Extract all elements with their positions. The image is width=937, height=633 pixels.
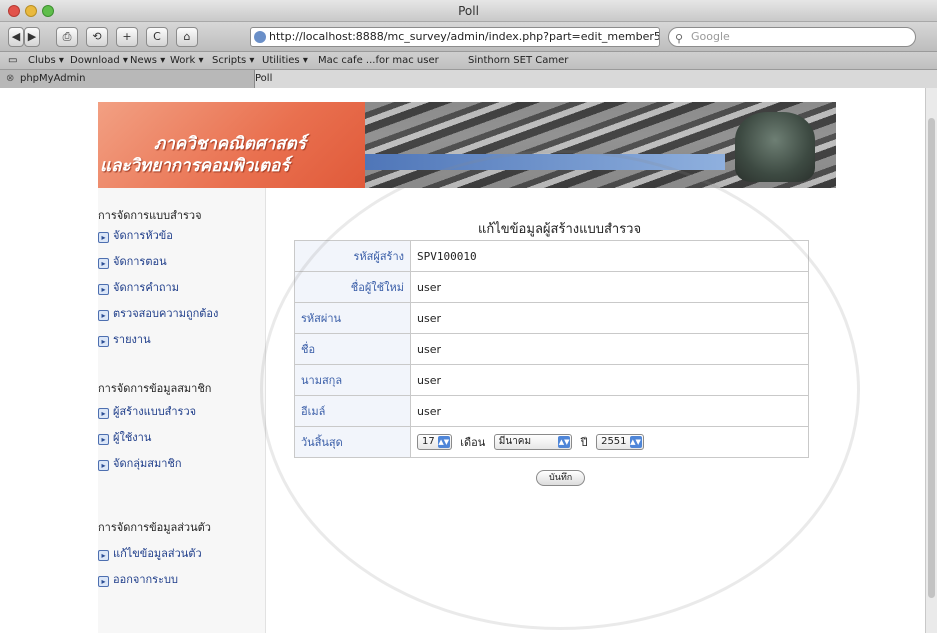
section-title-members: การจัดการข้อมูลสมาชิก [98, 382, 212, 395]
sidebar-item-topics[interactable]: ▸ จัดการหัวข้อ [98, 226, 173, 244]
form-row: อีเมล์ user [294, 395, 809, 427]
url-text: http://localhost:8888/mc_survey/admin/in… [269, 30, 660, 43]
tab-bar: ⊗ phpMyAdmin Poll [0, 70, 937, 88]
browser-window: Poll ◀ ▶ ⎙ ⟲ + C ⌂ http://localhost:8888… [0, 0, 937, 633]
arrow-box-icon: ▸ [98, 310, 109, 321]
web-page: ภาควิชาคณิตศาสตร์ และวิทยาการคอมพิวเตอร์… [0, 88, 925, 633]
home-button[interactable]: ⌂ [176, 27, 198, 47]
password-label: รหัสผ่าน [294, 302, 411, 334]
form-row: ชื่อผู้ใช้ใหม่ user [294, 271, 809, 303]
creator-id-label: รหัสผู้สร้าง [294, 240, 411, 272]
year-select[interactable]: 2551 ▲▼ [596, 434, 644, 450]
statue-image [735, 112, 815, 182]
print-button[interactable]: ⎙ [56, 27, 78, 47]
email-label: อีเมล์ [294, 395, 411, 427]
select-arrows-icon: ▲▼ [558, 436, 571, 448]
scrollbar-thumb[interactable] [928, 118, 935, 598]
arrow-box-icon: ▸ [98, 408, 109, 419]
browser-toolbar: ◀ ▶ ⎙ ⟲ + C ⌂ http://localhost:8888/mc_s… [0, 22, 937, 52]
sidebar-item-questions[interactable]: ▸ จัดการคำถาม [98, 278, 179, 296]
year-label: ปี [580, 436, 588, 449]
section-title-personal: การจัดการข้อมูลส่วนตัว [98, 521, 211, 534]
arrow-box-icon: ▸ [98, 258, 109, 269]
tab-label: phpMyAdmin [20, 73, 86, 84]
sidebar-item-users[interactable]: ▸ ผู้ใช้งาน [98, 428, 151, 446]
tab-label: Poll [255, 73, 273, 84]
expiry-controls: 17 ▲▼ เดือน มีนาคม ▲▼ ปี 2551 ▲▼ [410, 426, 809, 458]
header-banner: ภาควิชาคณิตศาสตร์ และวิทยาการคอมพิวเตอร์ [98, 102, 836, 188]
bookmark-sinthorn[interactable]: Sinthorn SET Camer [468, 55, 568, 66]
form-row: นามสกุล user [294, 364, 809, 396]
reload-button[interactable]: C [146, 27, 168, 47]
sidebar-item-groups[interactable]: ▸ จัดกลุ่มสมาชิก [98, 454, 182, 472]
globe-icon [254, 31, 266, 43]
arrow-box-icon: ▸ [98, 336, 109, 347]
sidebar-item-validate[interactable]: ▸ ตรวจสอบความถูกต้อง [98, 304, 218, 322]
section-title-survey: การจัดการแบบสำรวจ [98, 209, 202, 222]
creator-id-value: SPV100010 [410, 240, 809, 272]
arrow-box-icon: ▸ [98, 550, 109, 561]
arrow-box-icon: ▸ [98, 232, 109, 243]
close-tab-icon[interactable]: ⊗ [6, 70, 14, 88]
sidebar-item-survey-creators[interactable]: ▸ ผู้สร้างแบบสำรวจ [98, 402, 196, 420]
sidebar-item-edit-profile[interactable]: ▸ แก้ไขข้อมูลส่วนตัว [98, 544, 202, 562]
sidebar-item-report[interactable]: ▸ รายงาน [98, 330, 151, 348]
first-name-field[interactable]: user [410, 333, 809, 365]
arrow-box-icon: ▸ [98, 460, 109, 471]
main-content: แก้ไขข้อมูลผู้สร้างแบบสำรวจ รหัสผู้สร้าง… [266, 188, 836, 633]
save-button[interactable]: บันทึก [536, 470, 586, 486]
form-row: ชื่อ user [294, 333, 809, 365]
banner-image [365, 102, 836, 188]
form-row: รหัสผู้สร้าง SPV100010 [294, 240, 809, 272]
banner-title-area: ภาควิชาคณิตศาสตร์ และวิทยาการคอมพิวเตอร์ [98, 102, 365, 188]
form-title: แก้ไขข้อมูลผู้สร้างแบบสำรวจ [478, 222, 642, 237]
bookmark-download[interactable]: Download ▾ [70, 55, 128, 66]
arrow-box-icon: ▸ [98, 576, 109, 587]
email-field[interactable]: user [410, 395, 809, 427]
bookmark-news[interactable]: News ▾ [130, 55, 165, 66]
bookmark-scripts[interactable]: Scripts ▾ [212, 55, 254, 66]
arrow-box-icon: ▸ [98, 434, 109, 445]
window-title: Poll [458, 4, 479, 18]
search-icon: ⚲ [675, 32, 684, 45]
vertical-scrollbar[interactable] [925, 88, 937, 633]
bookmark-mac-cafe[interactable]: Mac cafe ...for mac user [318, 55, 439, 66]
bookmarks-book-icon[interactable]: ▭ [8, 55, 17, 66]
bookmarks-bar: ▭ Clubs ▾ Download ▾ News ▾ Work ▾ Scrip… [0, 52, 937, 70]
search-placeholder: Google [691, 30, 730, 43]
expiry-label: วันสิ้นสุด [294, 426, 411, 458]
select-arrows-icon: ▲▼ [437, 436, 450, 448]
bookmark-clubs[interactable]: Clubs ▾ [28, 55, 64, 66]
first-name-label: ชื่อ [294, 333, 411, 365]
sidebar-item-logout[interactable]: ▸ ออกจากระบบ [98, 570, 178, 588]
back-button[interactable]: ◀ [8, 27, 24, 47]
username-label: ชื่อผู้ใช้ใหม่ [294, 271, 411, 303]
month-label: เดือน [460, 436, 486, 449]
address-bar[interactable]: http://localhost:8888/mc_survey/admin/in… [250, 27, 660, 47]
select-arrows-icon: ▲▼ [629, 436, 642, 448]
day-select[interactable]: 17 ▲▼ [417, 434, 452, 450]
arrow-box-icon: ▸ [98, 284, 109, 295]
username-field[interactable]: user [410, 271, 809, 303]
add-bookmark-button[interactable]: + [116, 27, 138, 47]
month-select[interactable]: มีนาคม ▲▼ [493, 434, 573, 450]
forward-button[interactable]: ▶ [24, 27, 40, 47]
last-name-field[interactable]: user [410, 364, 809, 396]
sidebar-item-parts[interactable]: ▸ จัดการตอน [98, 252, 167, 270]
banner-strip [365, 154, 725, 170]
edit-creator-form: รหัสผู้สร้าง SPV100010 ชื่อผู้ใช้ใหม่ us… [294, 240, 809, 458]
password-field[interactable]: user [410, 302, 809, 334]
snapback-button[interactable]: ⟲ [86, 27, 108, 47]
form-row: วันสิ้นสุด 17 ▲▼ เดือน มีนาคม ▲▼ ปี 2551 ▲▼ [294, 426, 809, 458]
title-bar: Poll [0, 0, 937, 22]
search-field[interactable]: ⚲ Google [668, 27, 916, 47]
last-name-label: นามสกุล [294, 364, 411, 396]
bookmark-utilities[interactable]: Utilities ▾ [262, 55, 308, 66]
tab-phpmyadmin[interactable]: ⊗ phpMyAdmin [0, 70, 255, 88]
banner-line-2: และวิทยาการคอมพิวเตอร์ [100, 156, 290, 176]
form-row: รหัสผ่าน user [294, 302, 809, 334]
sidebar-menu: การจัดการแบบสำรวจ ▸ จัดการหัวข้อ ▸ จัดการต… [98, 188, 266, 633]
tab-poll[interactable]: Poll [255, 70, 937, 88]
bookmark-work[interactable]: Work ▾ [170, 55, 204, 66]
